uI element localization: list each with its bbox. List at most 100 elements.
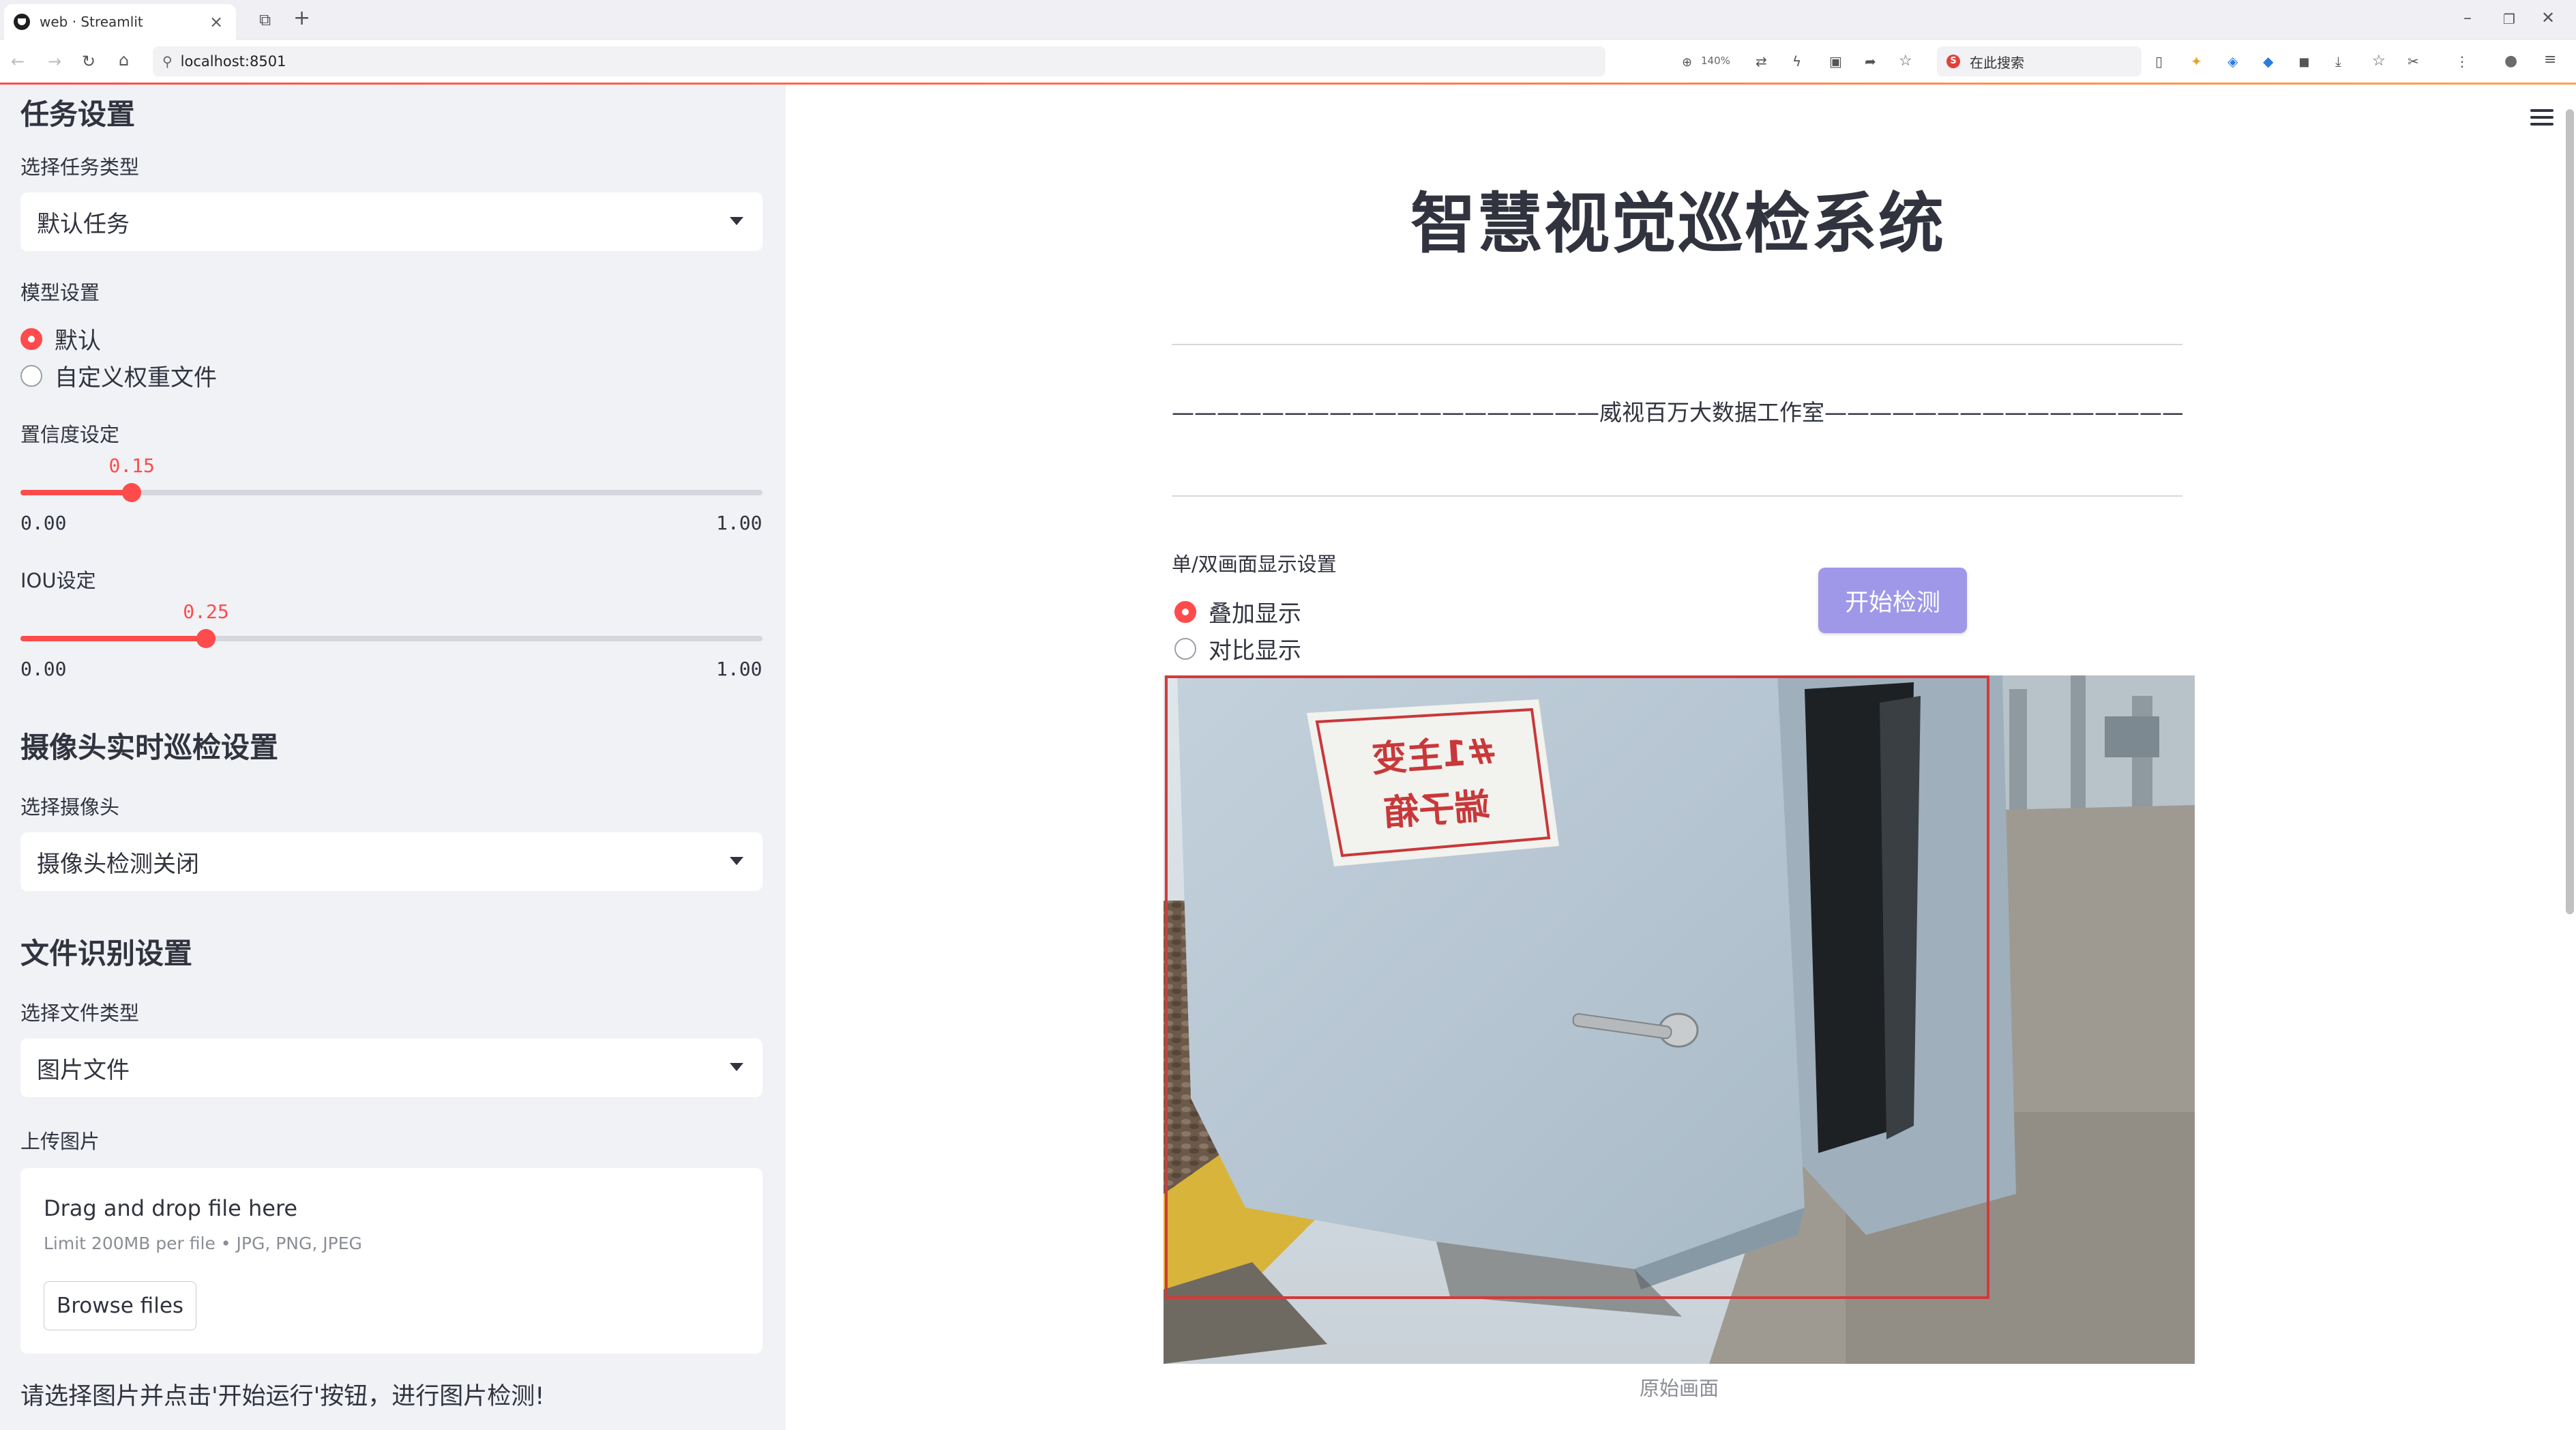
divider-bottom <box>1172 495 2182 497</box>
tab-title: web · Streamlit <box>40 14 143 30</box>
iou-label: IOU设定 <box>20 569 96 592</box>
task-type-value: 默认任务 <box>37 210 130 238</box>
iou-slider-fill <box>20 636 206 641</box>
browse-files-button[interactable]: Browse files <box>44 1281 196 1330</box>
profile-avatar-icon[interactable]: ● <box>2504 53 2517 70</box>
image-caption: 原始画面 <box>1639 1377 1719 1400</box>
share-icon[interactable]: ➦ <box>1865 53 1876 70</box>
browser-search-box[interactable]: S 在此搜索 <box>1937 46 2142 76</box>
task-type-label: 选择任务类型 <box>20 156 140 179</box>
model-option-default[interactable]: 默认 <box>20 322 101 355</box>
url-text: localhost:8501 <box>180 53 286 70</box>
sign-line-2: 端子箱 <box>1382 786 1492 834</box>
url-field[interactable]: ⚲ localhost:8501 <box>153 46 1605 76</box>
task-section-title: 任务设置 <box>20 98 136 131</box>
search-icon: ⚲ <box>162 53 173 70</box>
upload-drop-text: Drag and drop file here <box>44 1195 298 1221</box>
extension-icon-1[interactable]: ✦ <box>2191 53 2202 70</box>
zoom-icon[interactable]: ⊕ <box>1682 55 1692 71</box>
translate-icon[interactable]: ⇄ <box>1756 53 1767 70</box>
file-type-select[interactable]: 图片文件 <box>20 1038 763 1097</box>
radio-checked-icon <box>1174 600 1196 623</box>
iou-slider[interactable] <box>20 629 763 648</box>
sidebar: 任务设置 选择任务类型 默认任务 模型设置 默认 自定义权重文件 置信度设定 0… <box>0 85 786 1430</box>
download-icon[interactable]: ⤓ <box>2335 53 2341 70</box>
radio-checked-icon <box>20 327 42 350</box>
confidence-slider-fill <box>20 490 132 495</box>
task-type-select[interactable]: 默认任务 <box>20 192 763 251</box>
tab-close-icon[interactable]: × <box>206 12 226 31</box>
device-icon[interactable]: ▯ <box>2155 53 2163 70</box>
search-engine-icon: S <box>1946 55 1960 68</box>
camera-value: 摄像头检测关闭 <box>37 850 199 878</box>
favorites-icon[interactable]: ☆ <box>2372 53 2386 70</box>
iou-value: 0.25 <box>183 600 229 623</box>
confidence-slider-thumb[interactable] <box>122 483 142 502</box>
detection-image: #1主变 端子箱 <box>1164 675 2195 1364</box>
extension-icon-4[interactable]: ◼ <box>2298 53 2310 70</box>
divider-top <box>1172 344 2182 345</box>
browser-menu-icon[interactable]: ≡ <box>2544 52 2556 68</box>
address-bar: ← → ↻ ⌂ ⚲ localhost:8501 ⊕ 140% ⇄ ϟ ▣ ➦ … <box>0 40 2576 83</box>
extension-icon-3[interactable]: ◆ <box>2263 53 2273 70</box>
file-type-label: 选择文件类型 <box>20 1002 140 1025</box>
hamburger-menu-icon[interactable] <box>2530 109 2553 126</box>
camera-label: 选择摄像头 <box>20 796 120 819</box>
chevron-down-icon <box>730 1063 743 1071</box>
model-option-label: 默认 <box>55 327 101 355</box>
menu-dots-icon[interactable]: ⋮ <box>2455 53 2469 70</box>
browser-tab[interactable]: web · Streamlit × <box>4 4 236 40</box>
window-close-icon[interactable]: ✕ <box>2541 10 2555 26</box>
zoom-level[interactable]: 140% <box>1701 55 1730 67</box>
extension-icon-2[interactable]: ◈ <box>2227 53 2238 70</box>
lightning-icon[interactable]: ϟ <box>1792 53 1801 70</box>
cut-icon[interactable]: ✂ <box>2408 53 2419 70</box>
confidence-min: 0.00 <box>20 512 67 534</box>
reload-icon[interactable]: ↻ <box>82 53 95 70</box>
door-photo: #1主变 端子箱 <box>1164 675 2195 1364</box>
confidence-slider[interactable] <box>20 483 763 502</box>
display-option-label: 对比显示 <box>1209 637 1301 665</box>
confidence-value: 0.15 <box>108 454 155 477</box>
new-tab-icon[interactable]: + <box>293 8 310 29</box>
camera-select[interactable]: 摄像头检测关闭 <box>20 832 763 891</box>
file-section-title: 文件识别设置 <box>20 937 193 970</box>
main-scrollbar[interactable] <box>2566 109 2574 914</box>
screenshot-icon[interactable]: ▣ <box>1829 53 1842 70</box>
model-option-label: 自定义权重文件 <box>55 364 217 392</box>
forward-icon[interactable]: → <box>48 53 61 70</box>
sign-line-1: #1主变 <box>1370 731 1498 780</box>
display-option-label: 叠加显示 <box>1209 600 1301 628</box>
browser-search-placeholder: 在此搜索 <box>1970 54 2024 71</box>
tab-list-icon[interactable]: ⧉ <box>259 12 271 28</box>
chevron-down-icon <box>730 217 743 225</box>
display-option-compare[interactable]: 对比显示 <box>1174 632 1301 665</box>
start-detection-button[interactable]: 开始检测 <box>1818 568 1967 633</box>
iou-min: 0.00 <box>20 658 67 680</box>
confidence-max: 1.00 <box>716 512 763 534</box>
back-icon[interactable]: ← <box>11 53 25 70</box>
minimize-icon[interactable]: – <box>2463 10 2472 26</box>
display-mode-label: 单/双画面显示设置 <box>1172 553 1337 576</box>
restore-icon[interactable]: ❐ <box>2503 11 2515 27</box>
bookmark-star-icon[interactable]: ☆ <box>1899 53 1912 70</box>
browser-tab-bar: web · Streamlit × ⧉ + – ❐ ✕ <box>0 0 2576 40</box>
file-uploader-dropzone[interactable]: Drag and drop file here Limit 200MB per … <box>20 1168 763 1354</box>
model-option-custom[interactable]: 自定义权重文件 <box>20 359 217 392</box>
radio-unchecked-icon <box>20 364 42 387</box>
chevron-down-icon <box>730 857 743 865</box>
upload-limit-text: Limit 200MB per file • JPG, PNG, JPEG <box>44 1234 362 1253</box>
studio-line: ———————————————————威视百万大数据工作室———————————… <box>1172 399 2182 426</box>
file-type-value: 图片文件 <box>37 1056 130 1084</box>
iou-slider-thumb[interactable] <box>196 629 216 648</box>
confidence-label: 置信度设定 <box>20 423 120 446</box>
page-title: 智慧视觉巡检系统 <box>1410 186 1945 262</box>
radio-unchecked-icon <box>1174 637 1196 660</box>
home-icon[interactable]: ⌂ <box>119 52 129 68</box>
upload-hint-text: 请选择图片并点击'开始运行'按钮，进行图片检测! <box>20 1383 545 1410</box>
streamlit-favicon-icon <box>14 14 30 30</box>
camera-section-title: 摄像头实时巡检设置 <box>20 731 279 764</box>
iou-max: 1.00 <box>716 658 763 680</box>
display-option-overlay[interactable]: 叠加显示 <box>1174 595 1301 628</box>
model-label: 模型设置 <box>20 281 100 304</box>
